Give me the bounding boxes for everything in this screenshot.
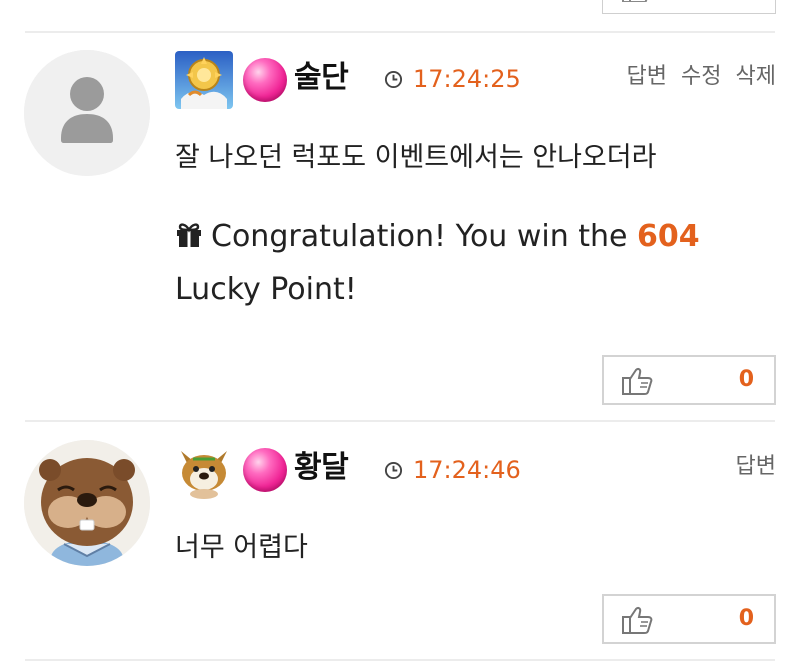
lucky-text-before: Congratulation! You win the xyxy=(211,219,638,254)
like-button[interactable]: 0 xyxy=(602,355,776,405)
time-text: 17:24:25 xyxy=(413,65,521,93)
lucky-points: 604 xyxy=(637,219,700,254)
delete-button[interactable]: 삭제 xyxy=(736,64,776,89)
comment-divider xyxy=(25,659,775,661)
dog-character-icon xyxy=(175,441,233,499)
clock-icon xyxy=(384,70,403,88)
comment-divider xyxy=(25,31,775,33)
like-count: 0 xyxy=(738,367,754,392)
user-avatar[interactable] xyxy=(24,50,150,176)
gift-icon xyxy=(177,223,201,247)
like-count: 0 xyxy=(738,606,754,631)
thumbs-up-icon xyxy=(622,0,648,2)
level-badge xyxy=(243,448,287,492)
reply-button[interactable]: 답변 xyxy=(627,64,667,89)
level-badge xyxy=(243,58,287,102)
edit-button[interactable]: 수정 xyxy=(681,64,721,89)
time-text: 17:24:46 xyxy=(413,456,521,484)
golden-emblem-icon xyxy=(175,51,233,109)
comment-actions: 답변 xyxy=(722,452,776,482)
comment-actions: 답변 수정 삭제 xyxy=(613,62,776,92)
reply-button[interactable]: 답변 xyxy=(736,454,776,479)
comment-divider xyxy=(25,420,775,422)
comment-text: 너무 어렵다 xyxy=(175,532,308,563)
nickname[interactable]: 술단 xyxy=(294,58,349,98)
lucky-point-message: Congratulation! You win the 604 Lucky Po… xyxy=(175,210,780,316)
beaver-character-icon xyxy=(24,440,150,566)
timestamp: 17:24:46 xyxy=(384,455,521,485)
like-button[interactable]: 0 xyxy=(602,594,776,644)
lucky-text-after: Lucky Point! xyxy=(175,272,357,307)
thumbs-up-icon xyxy=(622,368,653,395)
user-avatar[interactable] xyxy=(24,440,150,566)
default-user-icon xyxy=(24,50,150,176)
thumbs-up-icon xyxy=(622,607,653,634)
comment-text: 잘 나오던 럭포도 이벤트에서는 안나오더라 xyxy=(175,142,657,173)
timestamp: 17:24:25 xyxy=(384,64,521,94)
nickname[interactable]: 황달 xyxy=(294,448,349,488)
clock-icon xyxy=(384,461,403,479)
previous-like-button[interactable] xyxy=(602,0,776,14)
